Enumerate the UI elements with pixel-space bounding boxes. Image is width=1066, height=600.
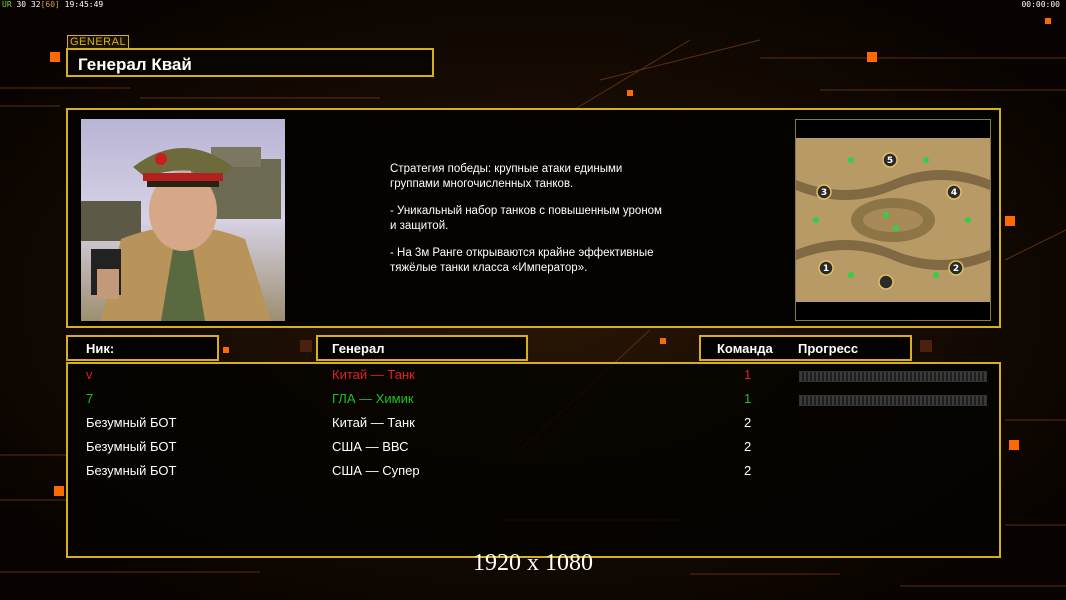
fps-value-2: 32 (30, 0, 41, 9)
player-general: США — Супер (332, 463, 420, 478)
player-row: Безумный БОТ США — Супер 2 (68, 463, 999, 483)
description-line-1: Стратегия победы: крупные атаки едиными … (390, 163, 623, 190)
player-team: 2 (744, 415, 752, 430)
map-preview: 1 2 3 4 5 (795, 119, 991, 321)
svg-text:2: 2 (953, 264, 959, 274)
players-list: v Китай — Танк 1 7 ГЛА — Химик 1 Безумны… (66, 362, 1001, 558)
player-general: Китай — Танк (332, 415, 415, 430)
strategy-description: Стратегия победы: крупные атаки едиными … (390, 162, 710, 288)
resolution-watermark: 1920 x 1080 (473, 550, 593, 576)
player-nick: Безумный БОТ (86, 415, 177, 430)
nick-header-label: Ник: (86, 341, 115, 356)
player-row: Безумный БОТ США — ВВС 2 (68, 439, 999, 459)
player-nick: Безумный БОТ (86, 463, 177, 478)
team-header-label: Команда (717, 341, 773, 356)
player-nick: 7 (86, 391, 94, 406)
general-title-box: Генерал Квай (66, 48, 434, 77)
player-row: 7 ГЛА — Химик 1 (68, 391, 999, 411)
player-row: Безумный БОТ Китай — Танк 2 (68, 415, 999, 435)
general-info-panel: Стратегия победы: крупные атаки едиными … (66, 108, 1001, 328)
system-clock: 19:45:49 (64, 0, 104, 9)
nick-column-header: Ник: (66, 335, 219, 361)
general-header-label: Генерал (332, 341, 385, 356)
svg-text:4: 4 (951, 188, 957, 198)
fps-readout: ÜR 30 32[60] 19:45:49 (2, 0, 103, 9)
player-nick: v (86, 367, 93, 382)
player-team: 2 (744, 439, 752, 454)
general-column-header: Генерал (316, 335, 528, 361)
player-team: 1 (744, 391, 752, 406)
svg-text:5: 5 (887, 156, 893, 166)
fps-cap: [60] (40, 0, 60, 9)
svg-text:1: 1 (823, 264, 829, 274)
loading-progress-bar (799, 395, 987, 406)
progress-header-label: Прогресс (798, 341, 859, 356)
player-team: 2 (744, 463, 752, 478)
player-row: v Китай — Танк 1 (68, 367, 999, 387)
player-general: США — ВВС (332, 439, 409, 454)
game-timer: 00:00:00 (1021, 0, 1060, 9)
general-name: Генерал Квай (78, 55, 192, 74)
description-line-3: - На 3м Ранге открываются крайне эффекти… (390, 247, 654, 274)
team-progress-column-header: Команда Прогресс (699, 335, 912, 361)
general-portrait (81, 119, 285, 321)
description-line-2: - Уникальный набор танков с повышенным у… (390, 205, 662, 232)
player-general: ГЛА — Химик (332, 391, 414, 406)
player-general: Китай — Танк (332, 367, 415, 382)
loading-progress-bar (799, 371, 987, 382)
player-nick: Безумный БОТ (86, 439, 177, 454)
player-team: 1 (744, 367, 752, 382)
svg-text:3: 3 (821, 188, 827, 198)
fps-label: ÜR (2, 0, 12, 9)
fps-value: 30 (16, 0, 27, 9)
